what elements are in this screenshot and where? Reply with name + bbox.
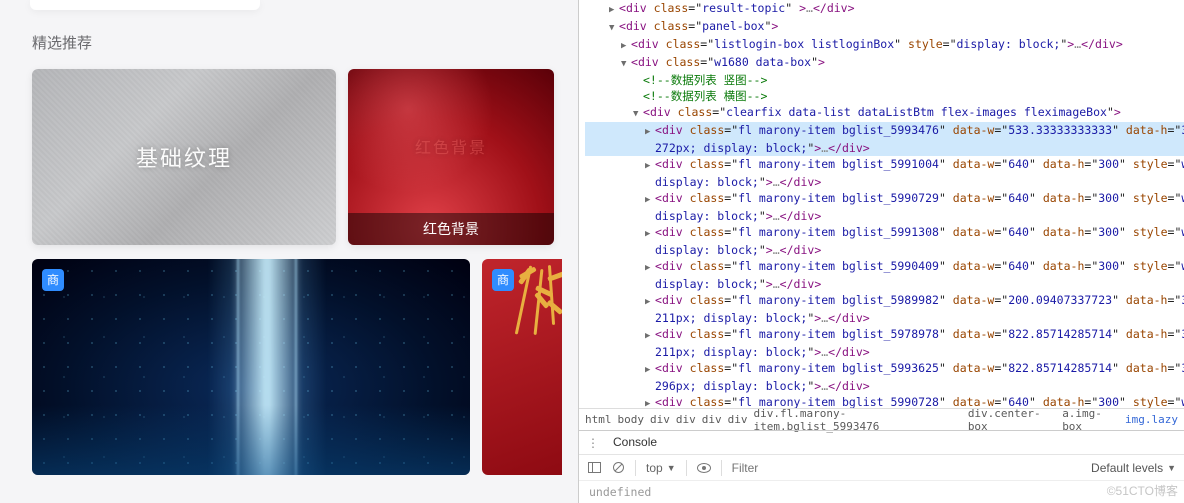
context-selector[interactable]: top▼ bbox=[646, 461, 676, 475]
dom-tree-line[interactable]: 272px; display: block;">…</div> bbox=[585, 140, 1184, 156]
dom-tree-line[interactable]: <div class="listlogin-box listloginBox" … bbox=[585, 36, 1184, 54]
dom-tree-line[interactable]: display: block;">…</div> bbox=[585, 276, 1184, 292]
console-tab[interactable]: Console bbox=[611, 432, 659, 454]
breadcrumb-item[interactable]: div bbox=[676, 413, 696, 426]
dom-tree-line[interactable]: <div class="w1680 data-box"> bbox=[585, 54, 1184, 72]
breadcrumb-item[interactable]: div bbox=[702, 413, 722, 426]
dom-tree-line[interactable]: <div class="fl marony-item bglist_599362… bbox=[585, 360, 1184, 378]
breadcrumb-item[interactable]: div bbox=[728, 413, 748, 426]
breadcrumb-item[interactable]: div bbox=[650, 413, 670, 426]
expand-triangle-icon[interactable] bbox=[645, 326, 655, 344]
card-fragment bbox=[30, 0, 260, 10]
dom-tree-line[interactable]: display: block;">…</div> bbox=[585, 174, 1184, 190]
elements-tree[interactable]: <div class="result-topic" >…</div><div c… bbox=[579, 0, 1184, 408]
thumbnail-hover-bar: 红色背景 bbox=[348, 213, 554, 245]
devtools-panel: <div class="result-topic" >…</div><div c… bbox=[578, 0, 1184, 503]
live-expression-icon[interactable] bbox=[697, 461, 711, 475]
dom-tree-line[interactable]: <!--数据列表 横图--> bbox=[585, 88, 1184, 104]
thumbnail-texture[interactable]: 基础纹理 bbox=[32, 69, 336, 245]
console-drawer-header: ⋮ Console bbox=[579, 430, 1184, 454]
dom-tree-line[interactable]: <div class="fl marony-item bglist_599040… bbox=[585, 258, 1184, 276]
expand-triangle-icon[interactable] bbox=[621, 36, 631, 54]
thumbnail-light-beam[interactable]: 商 bbox=[32, 259, 470, 475]
dom-tree-line[interactable]: 211px; display: block;">…</div> bbox=[585, 344, 1184, 360]
expand-triangle-icon[interactable] bbox=[633, 104, 643, 122]
breadcrumb-item[interactable]: div.fl.marony-item.bglist_5993476 bbox=[754, 407, 962, 433]
dom-breadcrumb[interactable]: htmlbodydivdivdivdivdiv.fl.marony-item.b… bbox=[579, 408, 1184, 430]
breadcrumb-item[interactable]: html bbox=[585, 413, 612, 426]
console-line: undefined bbox=[589, 485, 651, 499]
dom-tree-line[interactable]: <div class="fl marony-item bglist_599100… bbox=[585, 156, 1184, 174]
breadcrumb-item[interactable]: a.img-box bbox=[1062, 407, 1119, 433]
clear-console-icon[interactable] bbox=[611, 461, 625, 475]
dom-tree-line[interactable]: <div class="fl marony-item bglist_599347… bbox=[585, 122, 1184, 140]
dom-tree-line[interactable]: <div class="fl marony-item bglist_597897… bbox=[585, 326, 1184, 344]
dom-tree-line[interactable]: 296px; display: block;">…</div> bbox=[585, 378, 1184, 394]
expand-triangle-icon[interactable] bbox=[645, 360, 655, 378]
breadcrumb-item[interactable]: body bbox=[618, 413, 645, 426]
dom-tree-line[interactable]: <div class="fl marony-item bglist_599072… bbox=[585, 190, 1184, 208]
dom-tree-line[interactable]: display: block;">…</div> bbox=[585, 242, 1184, 258]
dom-tree-line[interactable]: <div class="fl marony-item bglist_598998… bbox=[585, 292, 1184, 310]
kebab-menu-icon[interactable]: ⋮ bbox=[587, 436, 601, 450]
dom-tree-line[interactable]: <div class="clearfix data-list dataListB… bbox=[585, 104, 1184, 122]
breadcrumb-item[interactable]: img.lazy bbox=[1125, 413, 1178, 426]
dom-tree-line[interactable]: 211px; display: block;">…</div> bbox=[585, 310, 1184, 326]
thumbnail-caption: 红色背景 bbox=[348, 134, 554, 158]
dom-tree-line[interactable]: <!--数据列表 竖图--> bbox=[585, 72, 1184, 88]
breadcrumb-item[interactable]: div.center-box bbox=[968, 407, 1056, 433]
console-filter-input[interactable] bbox=[732, 461, 1081, 475]
section-title: 精选推荐 bbox=[32, 32, 578, 53]
expand-triangle-icon[interactable] bbox=[645, 122, 655, 140]
sidebar-toggle-icon[interactable] bbox=[587, 461, 601, 475]
expand-triangle-icon[interactable] bbox=[645, 258, 655, 276]
page-preview: 精选推荐 基础纹理 红色背景 红色背景 商 商 bbox=[0, 0, 578, 503]
thumbnail-red-bg[interactable]: 红色背景 红色背景 bbox=[348, 69, 554, 245]
thumbnail-bamboo-red[interactable]: 商 bbox=[482, 259, 562, 475]
dom-tree-line[interactable]: <div class="fl marony-item bglist_599130… bbox=[585, 224, 1184, 242]
log-levels-selector[interactable]: Default levels▼ bbox=[1091, 461, 1176, 475]
console-output[interactable]: undefined bbox=[579, 480, 1184, 503]
watermark: ©51CTO博客 bbox=[1107, 482, 1178, 499]
thumbnail-caption: 基础纹理 bbox=[32, 141, 336, 173]
dom-tree-line[interactable]: display: block;">…</div> bbox=[585, 208, 1184, 224]
expand-triangle-icon[interactable] bbox=[645, 224, 655, 242]
console-toolbar: top▼ Default levels▼ bbox=[579, 454, 1184, 480]
expand-triangle-icon[interactable] bbox=[621, 54, 631, 72]
expand-triangle-icon[interactable] bbox=[645, 156, 655, 174]
expand-triangle-icon[interactable] bbox=[609, 0, 619, 18]
dom-tree-line[interactable]: <div class="panel-box"> bbox=[585, 18, 1184, 36]
expand-triangle-icon[interactable] bbox=[645, 292, 655, 310]
expand-triangle-icon[interactable] bbox=[609, 18, 619, 36]
expand-triangle-icon[interactable] bbox=[645, 394, 655, 408]
dom-tree-line[interactable]: <div class="result-topic" >…</div> bbox=[585, 0, 1184, 18]
expand-triangle-icon[interactable] bbox=[645, 190, 655, 208]
commercial-badge-icon: 商 bbox=[42, 269, 64, 291]
